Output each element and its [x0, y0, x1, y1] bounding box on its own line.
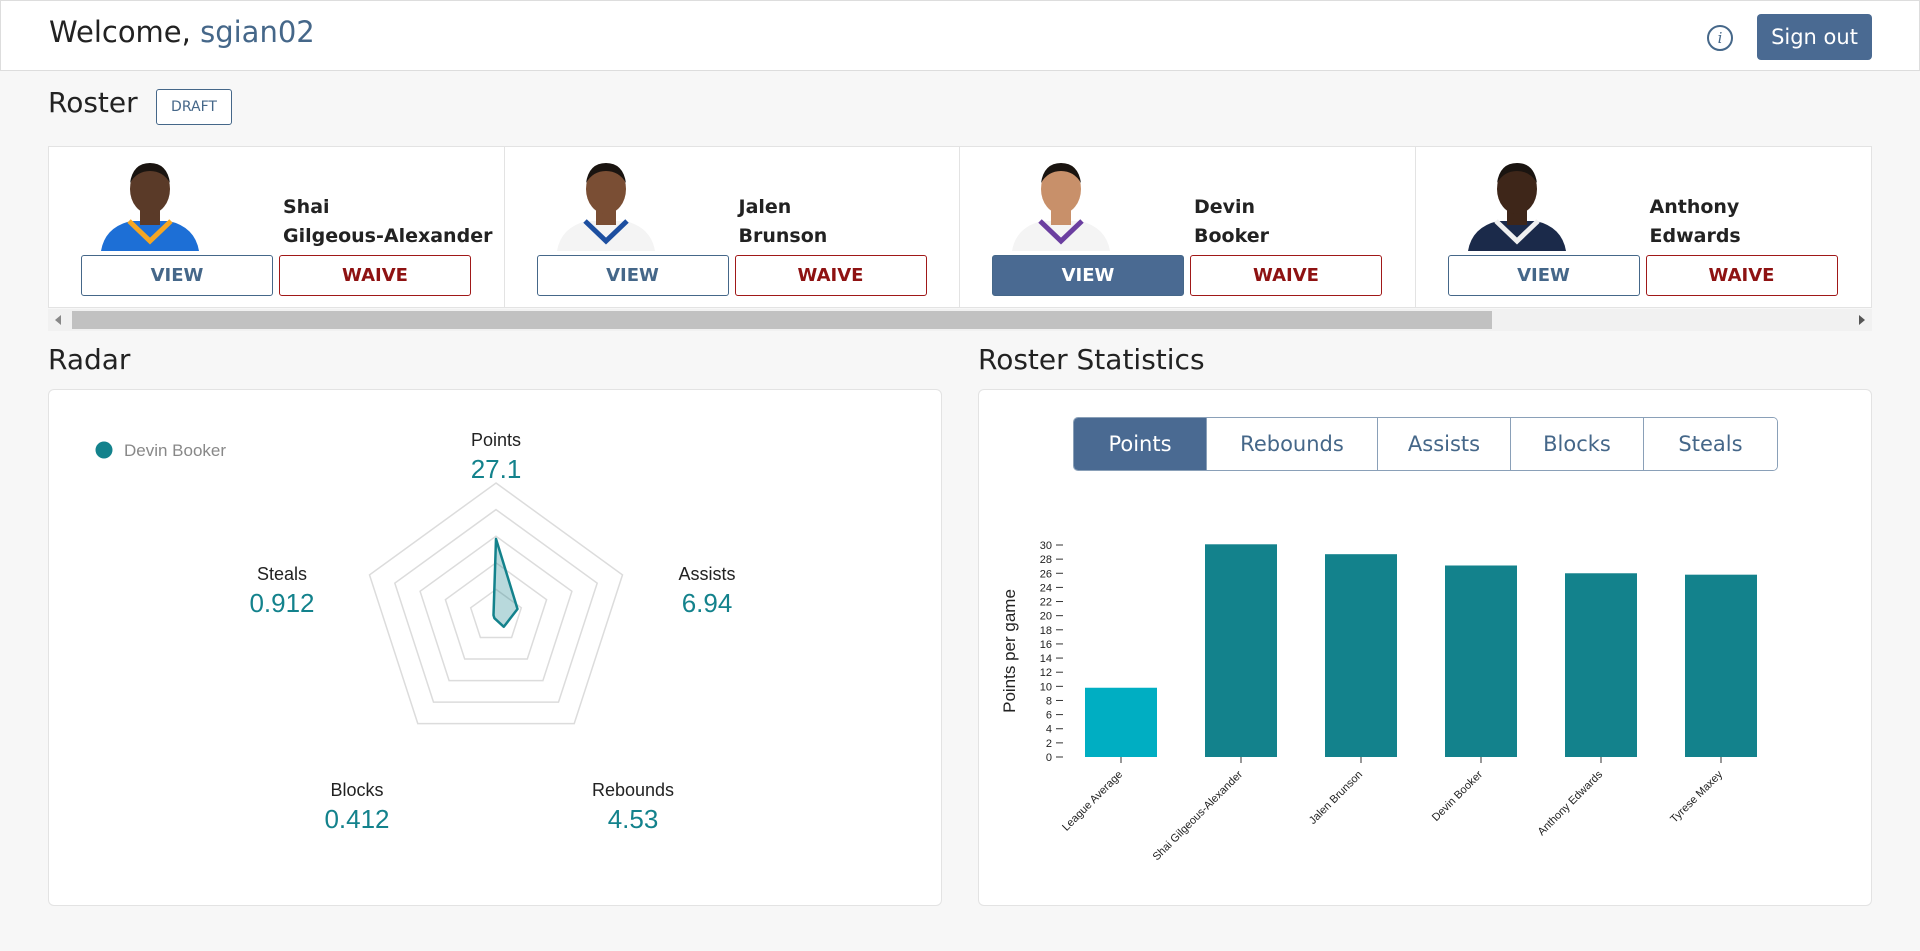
- bar: [1685, 574, 1757, 757]
- roster-title: Roster: [48, 86, 138, 119]
- player-last-name: Gilgeous-Alexander: [283, 225, 493, 247]
- player-last-name: Booker: [1194, 225, 1269, 247]
- view-button[interactable]: VIEW: [81, 255, 273, 296]
- bar: [1565, 573, 1637, 757]
- player-photo: [101, 163, 199, 251]
- radar-axis-value: 0.412: [324, 804, 389, 834]
- player-photo: [556, 163, 655, 251]
- player-last-name: Edwards: [1649, 225, 1741, 247]
- x-tick-label: League Average: [1060, 769, 1125, 834]
- welcome-prefix: Welcome,: [49, 15, 191, 49]
- radar-axis-value: 6.94: [682, 588, 733, 618]
- radar-title: Radar: [48, 343, 131, 376]
- player-first-name: Shai: [283, 196, 330, 218]
- y-tick-label: 16: [1040, 639, 1052, 651]
- y-tick-label: 28: [1040, 554, 1052, 566]
- player-photo: [1012, 163, 1110, 251]
- y-tick-label: 8: [1046, 695, 1052, 707]
- legend-label: Devin Booker: [124, 441, 226, 460]
- waive-button[interactable]: WAIVE: [1190, 255, 1382, 296]
- player-photo: [1467, 163, 1566, 251]
- radar-panel: Points 27.1 Assists 6.94 Rebounds 4.53 Blocks 0…: [48, 389, 942, 906]
- y-tick-label: 6: [1046, 710, 1052, 722]
- stat-tabs: Points Rebounds Assists Blocks Steals: [1073, 417, 1778, 471]
- sign-out-button[interactable]: Sign out: [1757, 14, 1872, 60]
- draft-button[interactable]: DRAFT: [156, 89, 232, 125]
- radar-axis-label: Points: [471, 430, 521, 450]
- radar-chart: Points 27.1 Assists 6.94 Rebounds 4.53 Blocks 0…: [95, 430, 736, 834]
- player-name: Devin Booker: [1194, 193, 1269, 251]
- x-tick-label: Shai Gilgeous-Alexander: [1151, 768, 1246, 863]
- y-tick-label: 26: [1040, 568, 1052, 580]
- waive-button[interactable]: WAIVE: [279, 255, 471, 296]
- legend-swatch: [95, 441, 113, 459]
- player-last-name: Brunson: [738, 225, 828, 247]
- scroll-right-icon[interactable]: [1859, 315, 1865, 325]
- waive-button[interactable]: WAIVE: [1645, 255, 1838, 296]
- radar-axis-label: Blocks: [330, 780, 383, 800]
- view-button[interactable]: VIEW: [536, 255, 729, 296]
- player-name: Shai Gilgeous-Alexander: [283, 193, 492, 251]
- y-tick-label: 30: [1040, 540, 1052, 552]
- tab-blocks[interactable]: Blocks: [1511, 418, 1644, 470]
- y-tick-label: 18: [1040, 625, 1052, 637]
- radar-axis-value: 4.53: [608, 804, 659, 834]
- roster-carousel: Shai Gilgeous-Alexander VIEW WAIVE Jalen Brun…: [48, 146, 1872, 308]
- y-tick-label: 20: [1040, 611, 1052, 623]
- x-tick-label: Devin Booker: [1430, 768, 1485, 823]
- radar-axis-value: 0.912: [249, 588, 314, 618]
- scroll-left-icon[interactable]: [55, 315, 61, 325]
- player-first-name: Devin: [1194, 196, 1256, 218]
- radar-axis-label: Assists: [678, 564, 735, 584]
- radar-axis-value: 27.1: [471, 454, 522, 484]
- bar: [1085, 687, 1157, 757]
- bar: [1205, 544, 1277, 757]
- y-tick-label: 0: [1046, 752, 1052, 764]
- player-card: Devin Booker VIEW WAIVE: [960, 147, 1416, 307]
- stats-title: Roster Statistics: [978, 343, 1205, 376]
- player-card: Jalen Brunson VIEW WAIVE: [505, 147, 960, 307]
- player-card: Shai Gilgeous-Alexander VIEW WAIVE: [49, 147, 505, 307]
- player-name: Anthony Edwards: [1650, 193, 1741, 251]
- radar-axis-label: Steals: [257, 564, 307, 584]
- x-tick-label: Jalen Brunson: [1307, 769, 1365, 827]
- y-tick-label: 24: [1040, 582, 1052, 594]
- welcome-message: Welcome, sgian02: [49, 15, 315, 49]
- horizontal-scrollbar[interactable]: [48, 309, 1872, 331]
- y-tick-label: 4: [1046, 724, 1052, 736]
- tab-points[interactable]: Points: [1074, 418, 1207, 470]
- radar-data-area: [492, 537, 519, 629]
- tab-steals[interactable]: Steals: [1644, 418, 1777, 470]
- player-card: Anthony Edwards VIEW WAIVE: [1416, 147, 1872, 307]
- player-first-name: Anthony: [1649, 196, 1740, 218]
- y-tick-label: 14: [1040, 653, 1052, 665]
- scroll-thumb[interactable]: [72, 311, 1492, 329]
- y-tick-label: 12: [1040, 667, 1052, 679]
- y-tick-label: 10: [1040, 681, 1052, 693]
- bar-chart: 024681012141618202224262830Points per ga…: [1000, 540, 1757, 863]
- bar: [1325, 554, 1397, 757]
- view-button[interactable]: VIEW: [1447, 255, 1640, 296]
- top-bar: Welcome, sgian02 i Sign out: [0, 0, 1920, 71]
- view-button[interactable]: VIEW: [992, 255, 1184, 296]
- bar: [1445, 565, 1517, 757]
- tab-assists[interactable]: Assists: [1378, 418, 1511, 470]
- radar-axis-label: Rebounds: [592, 780, 674, 800]
- y-tick-label: 22: [1040, 597, 1052, 609]
- player-name: Jalen Brunson: [739, 193, 828, 251]
- info-icon[interactable]: i: [1707, 25, 1733, 51]
- player-first-name: Jalen: [738, 196, 792, 218]
- y-tick-label: 2: [1046, 738, 1052, 750]
- waive-button[interactable]: WAIVE: [734, 255, 927, 296]
- tab-rebounds[interactable]: Rebounds: [1207, 418, 1378, 470]
- x-tick-label: Tyrese Maxey: [1668, 768, 1725, 825]
- username: sgian02: [200, 15, 315, 49]
- x-tick-label: Anthony Edwards: [1536, 768, 1606, 838]
- y-axis-label: Points per game: [1000, 589, 1019, 713]
